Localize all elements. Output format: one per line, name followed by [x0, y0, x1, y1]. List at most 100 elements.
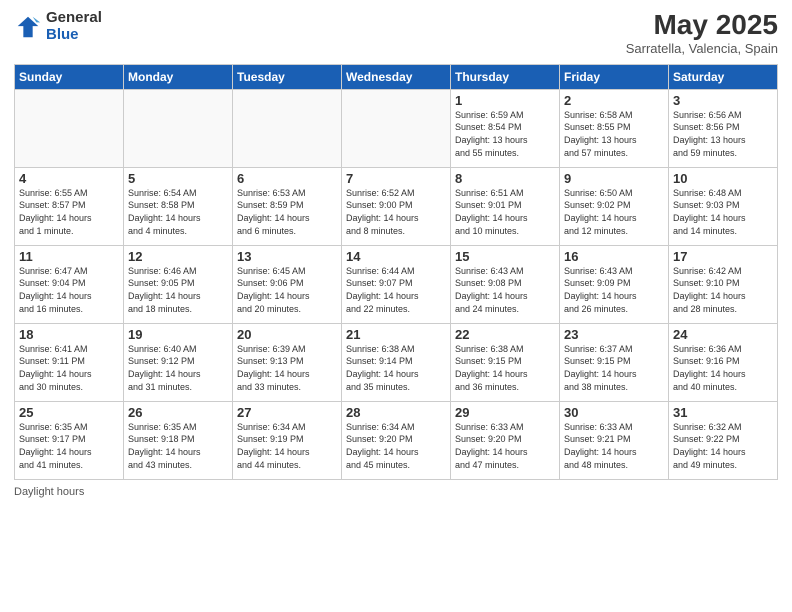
calendar-day-header: Sunday: [15, 64, 124, 89]
day-info: Sunrise: 6:46 AM Sunset: 9:05 PM Dayligh…: [128, 265, 228, 315]
day-info: Sunrise: 6:48 AM Sunset: 9:03 PM Dayligh…: [673, 187, 773, 237]
day-number: 16: [564, 249, 664, 264]
day-number: 19: [128, 327, 228, 342]
logo: General Blue: [14, 10, 102, 43]
day-number: 17: [673, 249, 773, 264]
day-info: Sunrise: 6:36 AM Sunset: 9:16 PM Dayligh…: [673, 343, 773, 393]
calendar-cell: 25Sunrise: 6:35 AM Sunset: 9:17 PM Dayli…: [15, 401, 124, 479]
calendar-cell: 5Sunrise: 6:54 AM Sunset: 8:58 PM Daylig…: [124, 167, 233, 245]
day-info: Sunrise: 6:32 AM Sunset: 9:22 PM Dayligh…: [673, 421, 773, 471]
day-number: 30: [564, 405, 664, 420]
day-info: Sunrise: 6:35 AM Sunset: 9:18 PM Dayligh…: [128, 421, 228, 471]
day-number: 15: [455, 249, 555, 264]
day-info: Sunrise: 6:54 AM Sunset: 8:58 PM Dayligh…: [128, 187, 228, 237]
day-number: 7: [346, 171, 446, 186]
calendar-cell: 23Sunrise: 6:37 AM Sunset: 9:15 PM Dayli…: [560, 323, 669, 401]
day-info: Sunrise: 6:38 AM Sunset: 9:14 PM Dayligh…: [346, 343, 446, 393]
day-number: 28: [346, 405, 446, 420]
footer: Daylight hours: [14, 486, 778, 498]
calendar-week-row: 4Sunrise: 6:55 AM Sunset: 8:57 PM Daylig…: [15, 167, 778, 245]
calendar-cell: 2Sunrise: 6:58 AM Sunset: 8:55 PM Daylig…: [560, 89, 669, 167]
calendar-cell: 11Sunrise: 6:47 AM Sunset: 9:04 PM Dayli…: [15, 245, 124, 323]
day-info: Sunrise: 6:44 AM Sunset: 9:07 PM Dayligh…: [346, 265, 446, 315]
calendar-cell: 27Sunrise: 6:34 AM Sunset: 9:19 PM Dayli…: [233, 401, 342, 479]
day-number: 21: [346, 327, 446, 342]
page: General Blue May 2025 Sarratella, Valenc…: [0, 0, 792, 612]
day-info: Sunrise: 6:51 AM Sunset: 9:01 PM Dayligh…: [455, 187, 555, 237]
calendar-table: SundayMondayTuesdayWednesdayThursdayFrid…: [14, 64, 778, 480]
month-title: May 2025: [626, 10, 778, 41]
calendar-cell: 18Sunrise: 6:41 AM Sunset: 9:11 PM Dayli…: [15, 323, 124, 401]
calendar-cell: 7Sunrise: 6:52 AM Sunset: 9:00 PM Daylig…: [342, 167, 451, 245]
calendar-cell: 31Sunrise: 6:32 AM Sunset: 9:22 PM Dayli…: [669, 401, 778, 479]
logo-blue: Blue: [46, 26, 79, 43]
day-info: Sunrise: 6:41 AM Sunset: 9:11 PM Dayligh…: [19, 343, 119, 393]
calendar-day-header: Thursday: [451, 64, 560, 89]
calendar-cell: [15, 89, 124, 167]
logo-icon: [14, 13, 42, 41]
day-info: Sunrise: 6:34 AM Sunset: 9:20 PM Dayligh…: [346, 421, 446, 471]
day-info: Sunrise: 6:35 AM Sunset: 9:17 PM Dayligh…: [19, 421, 119, 471]
day-number: 25: [19, 405, 119, 420]
calendar-day-header: Saturday: [669, 64, 778, 89]
location-subtitle: Sarratella, Valencia, Spain: [626, 41, 778, 56]
footer-text: Daylight hours: [14, 486, 84, 498]
day-info: Sunrise: 6:33 AM Sunset: 9:20 PM Dayligh…: [455, 421, 555, 471]
calendar-cell: 19Sunrise: 6:40 AM Sunset: 9:12 PM Dayli…: [124, 323, 233, 401]
calendar-day-header: Wednesday: [342, 64, 451, 89]
calendar-cell: 6Sunrise: 6:53 AM Sunset: 8:59 PM Daylig…: [233, 167, 342, 245]
day-info: Sunrise: 6:34 AM Sunset: 9:19 PM Dayligh…: [237, 421, 337, 471]
day-info: Sunrise: 6:55 AM Sunset: 8:57 PM Dayligh…: [19, 187, 119, 237]
day-info: Sunrise: 6:39 AM Sunset: 9:13 PM Dayligh…: [237, 343, 337, 393]
day-number: 12: [128, 249, 228, 264]
calendar-cell: [342, 89, 451, 167]
calendar-cell: 10Sunrise: 6:48 AM Sunset: 9:03 PM Dayli…: [669, 167, 778, 245]
day-number: 3: [673, 93, 773, 108]
calendar-cell: 29Sunrise: 6:33 AM Sunset: 9:20 PM Dayli…: [451, 401, 560, 479]
day-number: 29: [455, 405, 555, 420]
day-info: Sunrise: 6:37 AM Sunset: 9:15 PM Dayligh…: [564, 343, 664, 393]
title-block: May 2025 Sarratella, Valencia, Spain: [626, 10, 778, 56]
calendar-cell: [233, 89, 342, 167]
calendar-cell: 14Sunrise: 6:44 AM Sunset: 9:07 PM Dayli…: [342, 245, 451, 323]
day-info: Sunrise: 6:50 AM Sunset: 9:02 PM Dayligh…: [564, 187, 664, 237]
day-info: Sunrise: 6:52 AM Sunset: 9:00 PM Dayligh…: [346, 187, 446, 237]
calendar-cell: 17Sunrise: 6:42 AM Sunset: 9:10 PM Dayli…: [669, 245, 778, 323]
day-number: 22: [455, 327, 555, 342]
day-number: 20: [237, 327, 337, 342]
calendar-cell: 22Sunrise: 6:38 AM Sunset: 9:15 PM Dayli…: [451, 323, 560, 401]
day-info: Sunrise: 6:56 AM Sunset: 8:56 PM Dayligh…: [673, 109, 773, 159]
calendar-cell: 16Sunrise: 6:43 AM Sunset: 9:09 PM Dayli…: [560, 245, 669, 323]
day-number: 1: [455, 93, 555, 108]
calendar-cell: 4Sunrise: 6:55 AM Sunset: 8:57 PM Daylig…: [15, 167, 124, 245]
day-number: 8: [455, 171, 555, 186]
day-info: Sunrise: 6:45 AM Sunset: 9:06 PM Dayligh…: [237, 265, 337, 315]
day-number: 13: [237, 249, 337, 264]
calendar-cell: 24Sunrise: 6:36 AM Sunset: 9:16 PM Dayli…: [669, 323, 778, 401]
day-info: Sunrise: 6:43 AM Sunset: 9:08 PM Dayligh…: [455, 265, 555, 315]
logo-text: General Blue: [46, 10, 102, 43]
day-number: 4: [19, 171, 119, 186]
day-number: 23: [564, 327, 664, 342]
day-info: Sunrise: 6:58 AM Sunset: 8:55 PM Dayligh…: [564, 109, 664, 159]
day-info: Sunrise: 6:40 AM Sunset: 9:12 PM Dayligh…: [128, 343, 228, 393]
calendar-cell: 15Sunrise: 6:43 AM Sunset: 9:08 PM Dayli…: [451, 245, 560, 323]
day-number: 5: [128, 171, 228, 186]
calendar-week-row: 25Sunrise: 6:35 AM Sunset: 9:17 PM Dayli…: [15, 401, 778, 479]
calendar-header-row: SundayMondayTuesdayWednesdayThursdayFrid…: [15, 64, 778, 89]
day-number: 24: [673, 327, 773, 342]
day-number: 9: [564, 171, 664, 186]
calendar-cell: 26Sunrise: 6:35 AM Sunset: 9:18 PM Dayli…: [124, 401, 233, 479]
logo-general: General: [46, 9, 102, 26]
day-info: Sunrise: 6:42 AM Sunset: 9:10 PM Dayligh…: [673, 265, 773, 315]
day-info: Sunrise: 6:53 AM Sunset: 8:59 PM Dayligh…: [237, 187, 337, 237]
calendar-week-row: 11Sunrise: 6:47 AM Sunset: 9:04 PM Dayli…: [15, 245, 778, 323]
day-number: 10: [673, 171, 773, 186]
day-number: 14: [346, 249, 446, 264]
day-info: Sunrise: 6:38 AM Sunset: 9:15 PM Dayligh…: [455, 343, 555, 393]
calendar-week-row: 18Sunrise: 6:41 AM Sunset: 9:11 PM Dayli…: [15, 323, 778, 401]
day-number: 11: [19, 249, 119, 264]
calendar-cell: 9Sunrise: 6:50 AM Sunset: 9:02 PM Daylig…: [560, 167, 669, 245]
day-number: 2: [564, 93, 664, 108]
calendar-cell: 30Sunrise: 6:33 AM Sunset: 9:21 PM Dayli…: [560, 401, 669, 479]
